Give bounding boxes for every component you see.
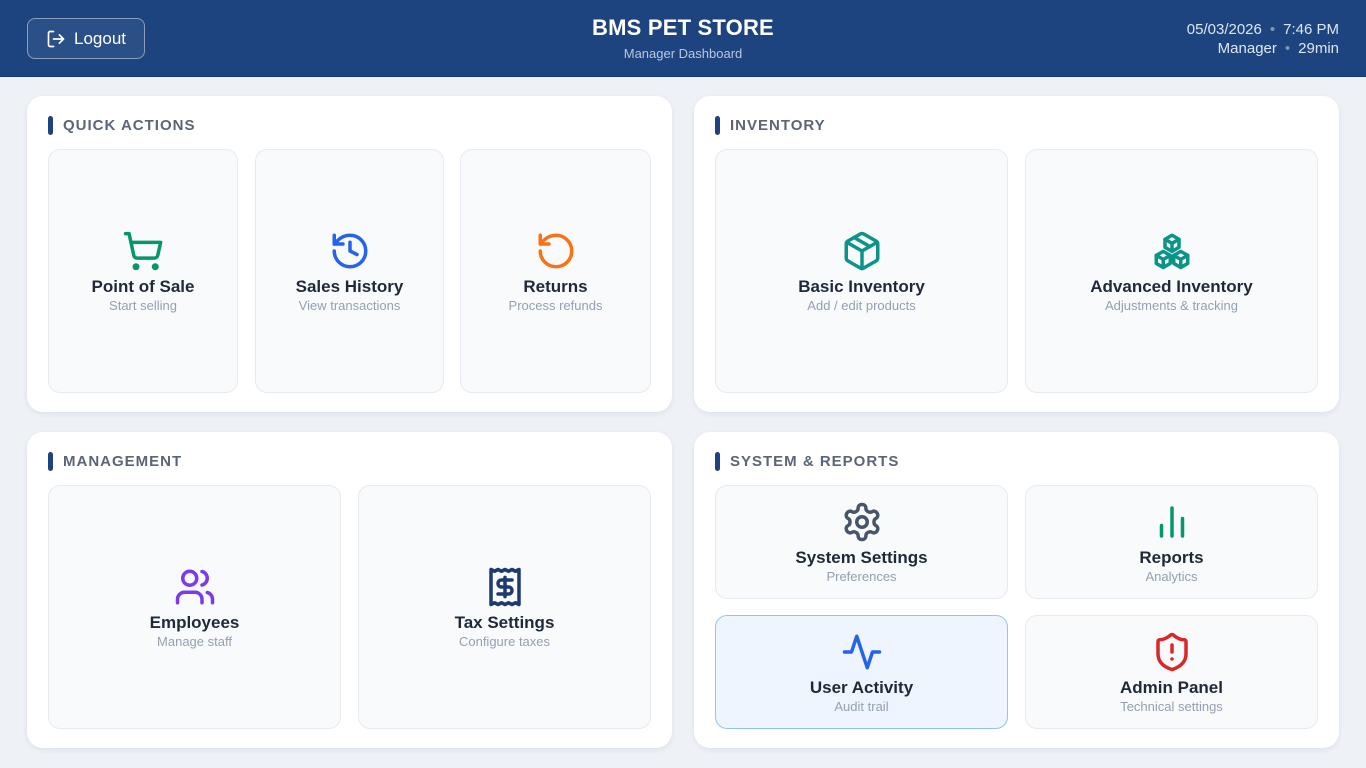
users-icon [175, 569, 214, 604]
boxes-icon [1154, 233, 1189, 269]
session-duration: 29min [1298, 40, 1339, 57]
returns-tile[interactable]: Returns Process refunds [460, 149, 651, 393]
quick-actions-panel: QUICK ACTIONS Point of Sale Start sellin… [27, 96, 672, 412]
package-icon [844, 231, 879, 270]
section-accent-bar [48, 116, 53, 135]
admin-panel-tile[interactable]: Admin Panel Technical settings [1025, 615, 1318, 729]
section-accent-bar [715, 452, 720, 471]
current-time: 7:46 PM [1283, 21, 1339, 38]
current-date: 05/03/2026 [1186, 21, 1262, 38]
inventory-panel: INVENTORY Basic Inventory Add / edit pro… [694, 96, 1339, 412]
gear-icon [844, 502, 879, 541]
section-accent-bar [715, 116, 720, 135]
user-role: Manager [1217, 40, 1277, 57]
shield-alert-icon [1155, 632, 1188, 671]
sales-history-tile[interactable]: Sales History View transactions [255, 149, 444, 393]
logout-button[interactable]: Logout [27, 18, 145, 59]
logout-icon [47, 30, 65, 47]
cart-icon [123, 231, 163, 270]
management-panel: MANAGEMENT Employees Manage staff Tax Se… [27, 432, 672, 748]
system-reports-panel: SYSTEM & REPORTS System Settings Prefere… [694, 432, 1339, 748]
separator-dot: • [1269, 21, 1276, 38]
section-heading: SYSTEM & REPORTS [715, 452, 899, 471]
system-settings-tile[interactable]: System Settings Preferences [715, 485, 1008, 599]
section-accent-bar [48, 452, 53, 471]
history-icon [332, 233, 367, 268]
dashboard-subtitle: Manager Dashboard [623, 46, 743, 61]
bar-chart-icon [1159, 505, 1184, 538]
brand: BMS PET STORE Manager Dashboard [0, 14, 1366, 61]
section-heading: INVENTORY [715, 116, 826, 135]
activity-icon [842, 634, 881, 669]
section-heading: MANAGEMENT [48, 452, 182, 471]
store-title: BMS PET STORE [592, 15, 774, 40]
point-of-sale-tile[interactable]: Point of Sale Start selling [48, 149, 238, 393]
logout-label: Logout [74, 28, 126, 48]
rotate-ccw-icon [538, 233, 573, 268]
basic-inventory-tile[interactable]: Basic Inventory Add / edit products [715, 149, 1008, 393]
employees-tile[interactable]: Employees Manage staff [48, 485, 341, 729]
top-bar: Logout BMS PET STORE Manager Dashboard 0… [0, 0, 1366, 77]
receipt-dollar-icon [488, 567, 521, 606]
section-heading: QUICK ACTIONS [48, 116, 195, 135]
session-info: 05/03/2026 • 7:46 PM Manager • 29min [1187, 20, 1339, 58]
separator-dot: • [1284, 40, 1291, 57]
tax-settings-tile[interactable]: Tax Settings Configure taxes [358, 485, 651, 729]
user-activity-tile[interactable]: User Activity Audit trail [715, 615, 1008, 729]
advanced-inventory-tile[interactable]: Advanced Inventory Adjustments & trackin… [1025, 149, 1318, 393]
reports-tile[interactable]: Reports Analytics [1025, 485, 1318, 599]
